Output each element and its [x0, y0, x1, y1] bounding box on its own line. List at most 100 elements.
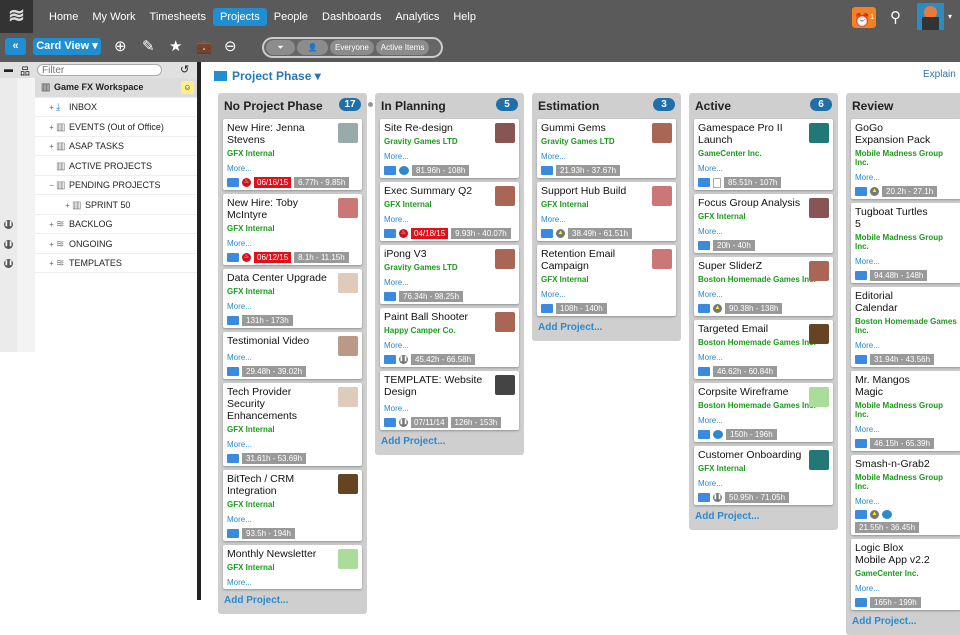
assignee-avatar[interactable] [495, 186, 515, 206]
sidebar-item[interactable]: + ▥ EVENTS (Out of Office) [35, 118, 197, 137]
project-card[interactable]: Site Re-design Gravity Games LTD More... 81… [380, 119, 519, 178]
project-card[interactable]: GoGo Expansion Pack Mobile Madness Group … [851, 119, 960, 199]
sidebar-item[interactable]: ▥ ACTIVE PROJECTS [35, 157, 197, 176]
assignee-avatar[interactable] [338, 549, 358, 569]
card-view-dropdown[interactable]: Card View ▾ [33, 38, 101, 55]
project-card[interactable]: Mr. Mangos Magic Mobile Madness Group Inc… [851, 371, 960, 451]
more-link[interactable]: More... [227, 302, 358, 311]
folder-icon[interactable] [227, 367, 239, 376]
folder-icon[interactable] [698, 493, 710, 502]
refresh-icon[interactable]: ↺ [180, 63, 189, 76]
sidebar-item[interactable]: + ≋ BACKLOG [35, 215, 197, 234]
folder-icon[interactable] [855, 598, 867, 607]
assignee-avatar[interactable] [338, 387, 358, 407]
add-project-link[interactable]: Add Project... [532, 320, 681, 341]
add-icon[interactable]: ⊕ [114, 37, 127, 57]
project-card[interactable]: Tech Provider Security Enhancements GFX I… [223, 383, 362, 466]
folder-icon[interactable] [384, 166, 396, 175]
minus-circle-icon[interactable]: ⊖ [224, 37, 237, 57]
more-link[interactable]: More... [855, 341, 957, 350]
project-card[interactable]: BitTech / CRM Integration GFX Internal Mor… [223, 470, 362, 541]
comment-document-icon[interactable] [399, 166, 409, 175]
comment-document-icon[interactable] [713, 430, 723, 439]
folder-icon[interactable] [384, 292, 396, 301]
more-link[interactable]: More... [384, 404, 515, 413]
nav-people[interactable]: People [267, 8, 315, 26]
pause-icon[interactable]: ❚❚ [4, 220, 13, 229]
assignee-avatar[interactable] [495, 312, 515, 332]
expand-toggle-icon[interactable]: + [47, 118, 56, 137]
nav-dashboards[interactable]: Dashboards [315, 8, 388, 26]
add-project-link[interactable]: Add Project... [375, 434, 524, 455]
project-card[interactable]: Corpsite Wireframe Boston Homemade Games … [694, 383, 833, 442]
search-icon[interactable]: ⚲ [890, 8, 901, 26]
expand-toggle-icon[interactable]: + [47, 235, 56, 254]
folder-icon[interactable] [227, 454, 239, 463]
folder-icon[interactable] [698, 304, 710, 313]
project-card[interactable]: Smash-n-Grab2 Mobile Madness Group Inc. Mo… [851, 455, 960, 535]
card-title[interactable]: Logic Blox Mobile App v2.2 [855, 542, 957, 566]
project-card[interactable]: Gamespace Pro II Launch GameCenter Inc. Mo… [694, 119, 833, 190]
pause-icon[interactable]: ❚❚ [4, 239, 13, 249]
expand-toggle-icon[interactable]: + [47, 254, 56, 273]
more-link[interactable]: More... [855, 425, 957, 434]
project-card[interactable]: TEMPLATE: Website Design More... ❚❚ 07/11/1… [380, 371, 519, 430]
project-card[interactable]: New Hire: Toby McIntyre GFX Internal More.… [223, 194, 362, 265]
expand-toggle-icon[interactable]: + [63, 196, 72, 215]
assignee-avatar[interactable] [495, 375, 515, 395]
project-card[interactable]: New Hire: Jenna Stevens GFX Internal More.… [223, 119, 362, 190]
assignee-avatar[interactable] [652, 249, 672, 269]
more-link[interactable]: More... [855, 257, 957, 266]
more-link[interactable]: More... [855, 497, 957, 506]
card-title[interactable]: Tugboat Turtles 5 [855, 206, 957, 230]
card-title[interactable]: GoGo Expansion Pack [855, 122, 957, 146]
folder-icon[interactable] [855, 439, 867, 448]
expand-toggle-icon[interactable]: + [47, 98, 56, 117]
card-title[interactable]: Mr. Mangos Magic [855, 374, 957, 398]
folder-icon[interactable] [227, 316, 239, 325]
sidebar-item[interactable]: + ≋ ONGOING [35, 235, 197, 254]
assignee-avatar[interactable] [809, 123, 829, 143]
project-card[interactable]: Retention Email Campaign GFX Internal More… [537, 245, 676, 316]
pause-icon[interactable]: ❚❚ [4, 259, 13, 268]
assignee-avatar[interactable] [809, 387, 829, 407]
folder-icon[interactable] [541, 304, 553, 313]
nav-help[interactable]: Help [446, 8, 483, 26]
more-link[interactable]: More... [541, 152, 672, 161]
more-link[interactable]: More... [698, 227, 829, 236]
list-view-icon[interactable]: ▬ [4, 64, 13, 74]
active-items-filter[interactable]: Active Items [375, 40, 430, 55]
sidebar-item[interactable]: + ⤓ INBOX [35, 98, 197, 117]
more-link[interactable]: More... [227, 440, 358, 449]
assignee-avatar[interactable] [652, 123, 672, 143]
project-card[interactable]: Logic Blox Mobile App v2.2 GameCenter Inc… [851, 539, 960, 610]
workspace-settings-icon[interactable]: ☺ [181, 81, 194, 94]
project-card[interactable]: Customer Onboarding GFX Internal More... ❚❚… [694, 446, 833, 505]
column-drag-handle[interactable] [368, 102, 373, 107]
nav-timesheets[interactable]: Timesheets [143, 8, 213, 26]
more-link[interactable]: More... [855, 584, 957, 593]
more-link[interactable]: More... [698, 479, 829, 488]
assignee-avatar[interactable] [809, 450, 829, 470]
assignee-avatar[interactable] [809, 261, 829, 281]
more-link[interactable]: More... [384, 152, 515, 161]
nav-home[interactable]: Home [42, 8, 85, 26]
pencil-icon[interactable]: ✎ [142, 37, 155, 57]
sidebar-item[interactable]: + ▥ ASAP TASKS [35, 137, 197, 156]
sidebar-item[interactable]: + ▥ SPRINT 50 [35, 196, 197, 215]
add-project-link[interactable]: Add Project... [689, 509, 838, 530]
more-link[interactable]: More... [698, 164, 829, 173]
assignee-avatar[interactable] [338, 123, 358, 143]
folder-icon[interactable] [855, 187, 867, 196]
sidebar-item[interactable]: + ≋ TEMPLATES [35, 254, 197, 273]
project-card[interactable]: Focus Group Analysis GFX Internal More... 2… [694, 194, 833, 253]
expand-toggle-icon[interactable]: − [47, 176, 56, 195]
more-link[interactable]: More... [698, 290, 829, 299]
folder-icon[interactable] [384, 355, 396, 364]
folder-icon[interactable] [384, 418, 396, 427]
app-menu-icon[interactable]: ≋ [0, 0, 33, 33]
project-card[interactable]: Super SliderZ Boston Homemade Games Inc. M… [694, 257, 833, 316]
more-link[interactable]: More... [227, 515, 358, 524]
more-link[interactable]: More... [541, 290, 672, 299]
board-grouping-dropdown[interactable]: Project Phase ▾ [214, 69, 321, 83]
